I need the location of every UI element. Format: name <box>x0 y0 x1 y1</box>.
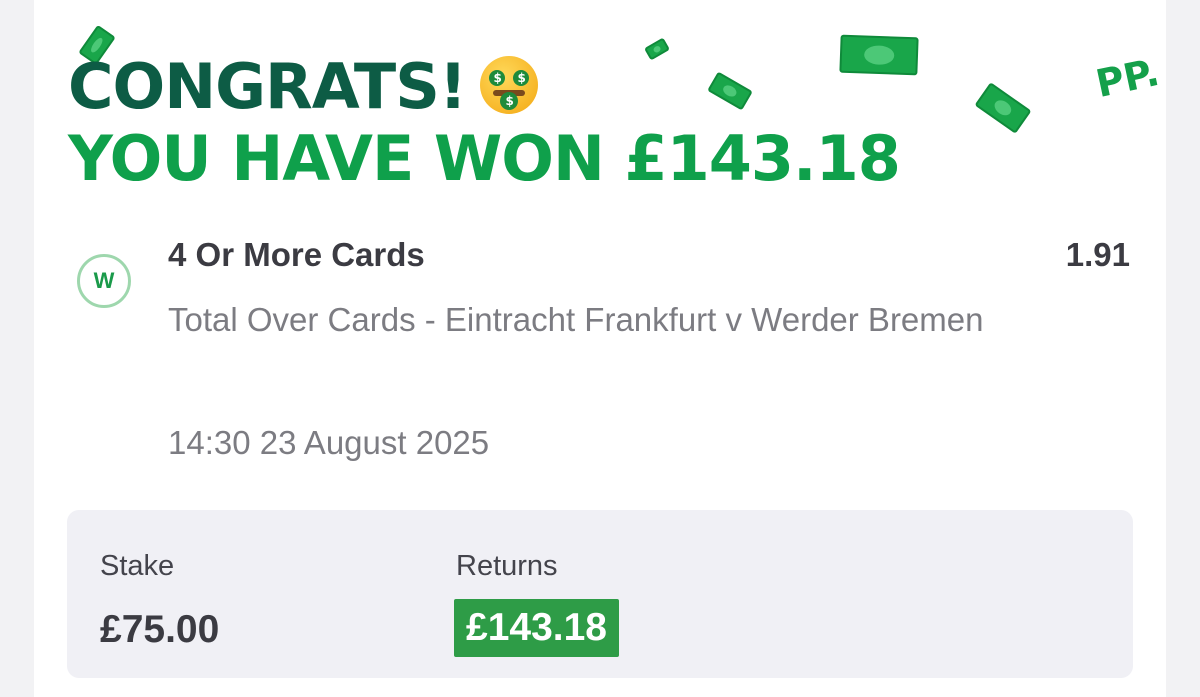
stake-label: Stake <box>100 550 175 582</box>
congrats-text: CONGRATS! <box>68 50 467 123</box>
returns-label: Returns <box>456 550 558 582</box>
brand-mark: PP. <box>1092 49 1164 107</box>
money-mouth-face-icon: $ $ $ <box>480 56 539 114</box>
win-status-badge: W <box>77 254 131 308</box>
money-bill-icon <box>839 34 919 76</box>
returns-value: £143.18 <box>454 599 619 657</box>
money-bill-icon <box>707 71 753 111</box>
bet-datetime: 14:30 23 August 2025 <box>168 424 490 461</box>
bet-market: 4 Or More Cards <box>168 236 425 273</box>
stake-value: £75.00 <box>100 608 220 651</box>
money-bill-icon <box>643 37 671 61</box>
bet-summary-panel: Stake Returns £75.00 £143.18 <box>67 510 1133 678</box>
money-bill-icon <box>974 82 1032 134</box>
bet-odds: 1.91 <box>1065 236 1130 273</box>
win-amount-title: YOU HAVE WON £143.18 <box>68 122 901 195</box>
congrats-title: CONGRATS! $ $ $ <box>68 50 539 123</box>
bet-event: Total Over Cards - Eintracht Frankfurt v… <box>168 301 984 338</box>
